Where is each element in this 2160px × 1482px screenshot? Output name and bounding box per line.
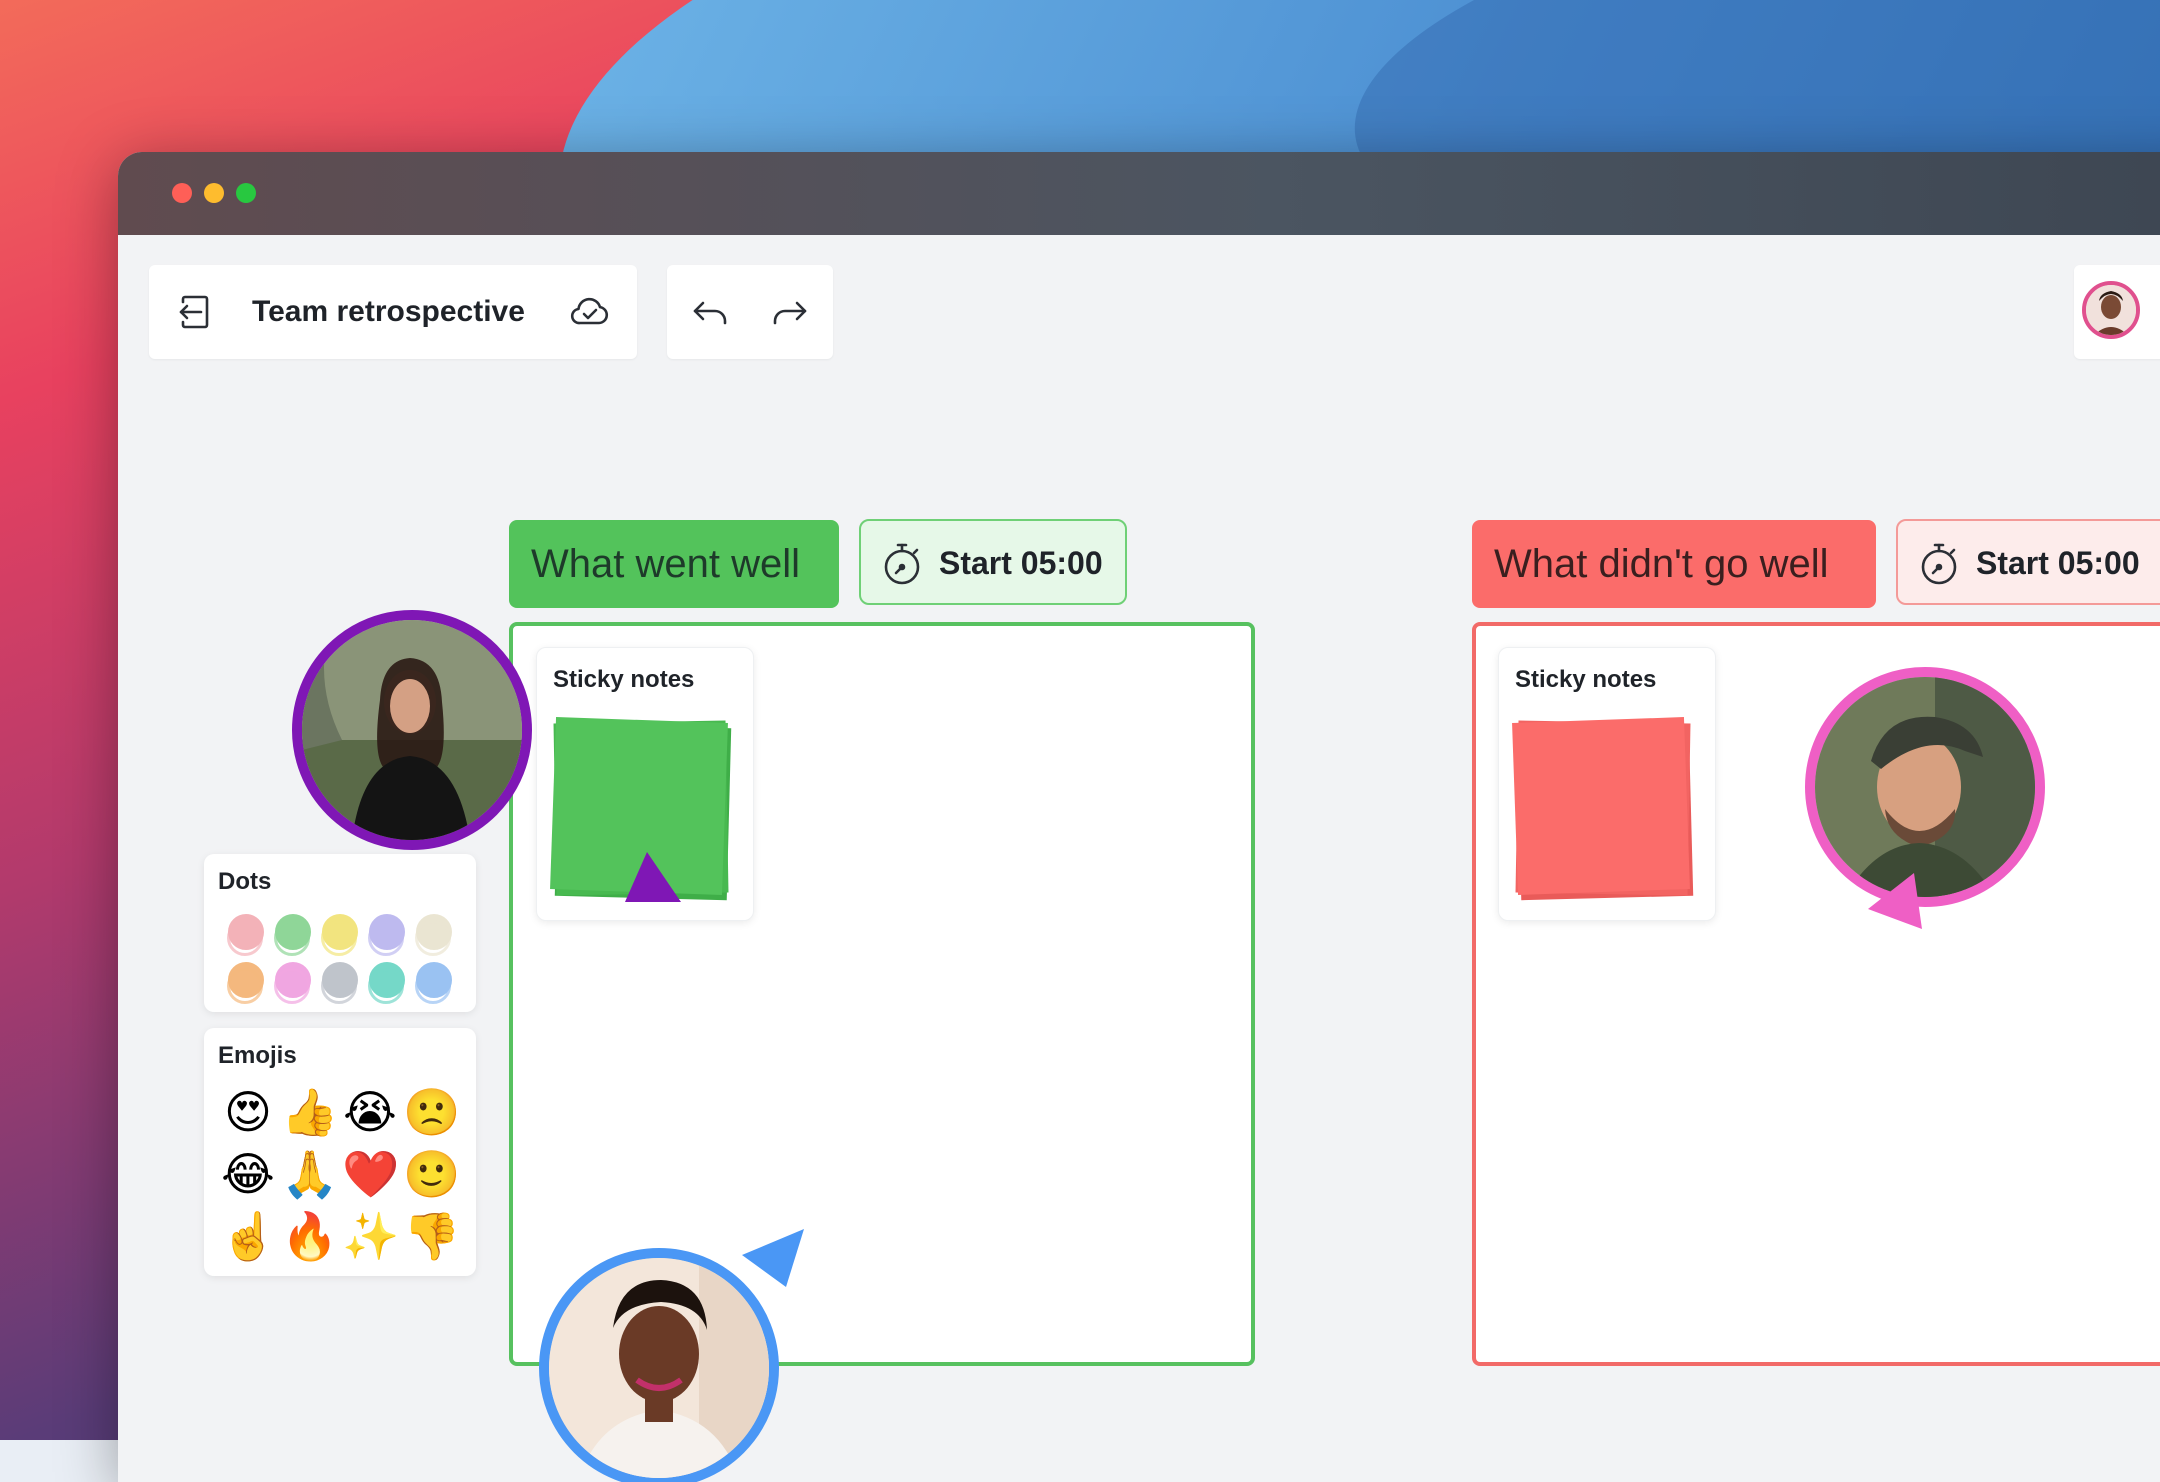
collaborator-cursor-icon [625, 852, 681, 902]
sticky-note-stack[interactable] [1512, 717, 1695, 901]
minimize-window-button[interactable] [204, 183, 224, 203]
dot-sticker[interactable] [274, 914, 311, 956]
timer-button-went-well[interactable]: Start 05:00 [859, 519, 1127, 605]
dots-label: Dots [218, 868, 272, 895]
timer-label: Start 05:00 [939, 545, 1103, 581]
dot-sticker[interactable] [321, 962, 358, 1004]
app-window: Team retrospective What went well Start … [118, 152, 2160, 1482]
emoji-sticker[interactable]: 👍 [281, 1084, 338, 1140]
back-to-boards-icon[interactable] [175, 292, 215, 332]
emoji-sticker[interactable]: 🙂 [403, 1146, 460, 1202]
stopwatch-icon [884, 543, 920, 585]
sticky-note [1512, 717, 1690, 895]
undo-icon[interactable] [689, 291, 731, 333]
sticky-notes-label: Sticky notes [553, 666, 695, 693]
dot-sticker[interactable] [227, 962, 264, 1004]
emojis-label: Emojis [218, 1042, 297, 1069]
emoji-sticker[interactable]: ❤️ [342, 1146, 399, 1202]
emoji-sticker[interactable]: ✨ [342, 1208, 399, 1264]
dot-sticker[interactable] [227, 914, 264, 956]
history-controls [667, 265, 833, 359]
emoji-sticker[interactable]: 🙏 [281, 1146, 338, 1202]
window-titlebar [118, 152, 2160, 235]
zoom-window-button[interactable] [236, 183, 256, 203]
emoji-sticker[interactable]: 😂 [220, 1146, 276, 1202]
dots-panel: Dots [204, 854, 476, 1012]
redo-icon[interactable] [769, 291, 811, 333]
column-title-went-well[interactable]: What went well [509, 520, 839, 608]
emojis-panel: Emojis 😍 👍 😭 🙁 😂 🙏 ❤️ 🙂 ☝️ 🔥 ✨ 👎 [204, 1028, 476, 1276]
stopwatch-icon [1921, 543, 1957, 585]
dot-sticker[interactable] [274, 962, 311, 1004]
dot-sticker[interactable] [368, 914, 405, 956]
collaborator-cursor-icon [1868, 873, 1922, 929]
dot-sticker[interactable] [368, 962, 405, 1004]
close-window-button[interactable] [172, 183, 192, 203]
sticky-notes-tool-didnt-go-well[interactable]: Sticky notes [1498, 647, 1716, 921]
whiteboard-canvas[interactable]: Team retrospective What went well Start … [118, 235, 2160, 1482]
cloud-saved-icon [570, 297, 609, 325]
emoji-sticker[interactable]: 😭 [342, 1084, 398, 1140]
board-title-card: Team retrospective [149, 265, 637, 359]
dot-sticker[interactable] [321, 914, 358, 956]
timer-label: Start 05:00 [1976, 545, 2140, 581]
emoji-sticker[interactable]: 👎 [403, 1208, 460, 1264]
emoji-sticker[interactable]: ☝️ [220, 1208, 277, 1264]
emoji-sticker[interactable]: 🔥 [281, 1208, 338, 1264]
column-title-didnt-go-well[interactable]: What didn't go well [1472, 520, 1876, 608]
dot-sticker[interactable] [415, 914, 452, 956]
timer-button-didnt-go-well[interactable]: Start 05:00 [1896, 519, 2160, 605]
dot-sticker[interactable] [415, 962, 452, 1004]
emoji-sticker[interactable]: 😍 [220, 1084, 276, 1140]
current-user-avatar[interactable] [2082, 281, 2140, 339]
participants-card [2074, 265, 2160, 359]
board-title[interactable]: Team retrospective [252, 295, 525, 329]
collaborator-avatar [292, 610, 532, 850]
emoji-sticker[interactable]: 🙁 [403, 1084, 460, 1140]
sticky-notes-label: Sticky notes [1515, 666, 1657, 693]
collaborator-cursor-icon [742, 1229, 804, 1287]
